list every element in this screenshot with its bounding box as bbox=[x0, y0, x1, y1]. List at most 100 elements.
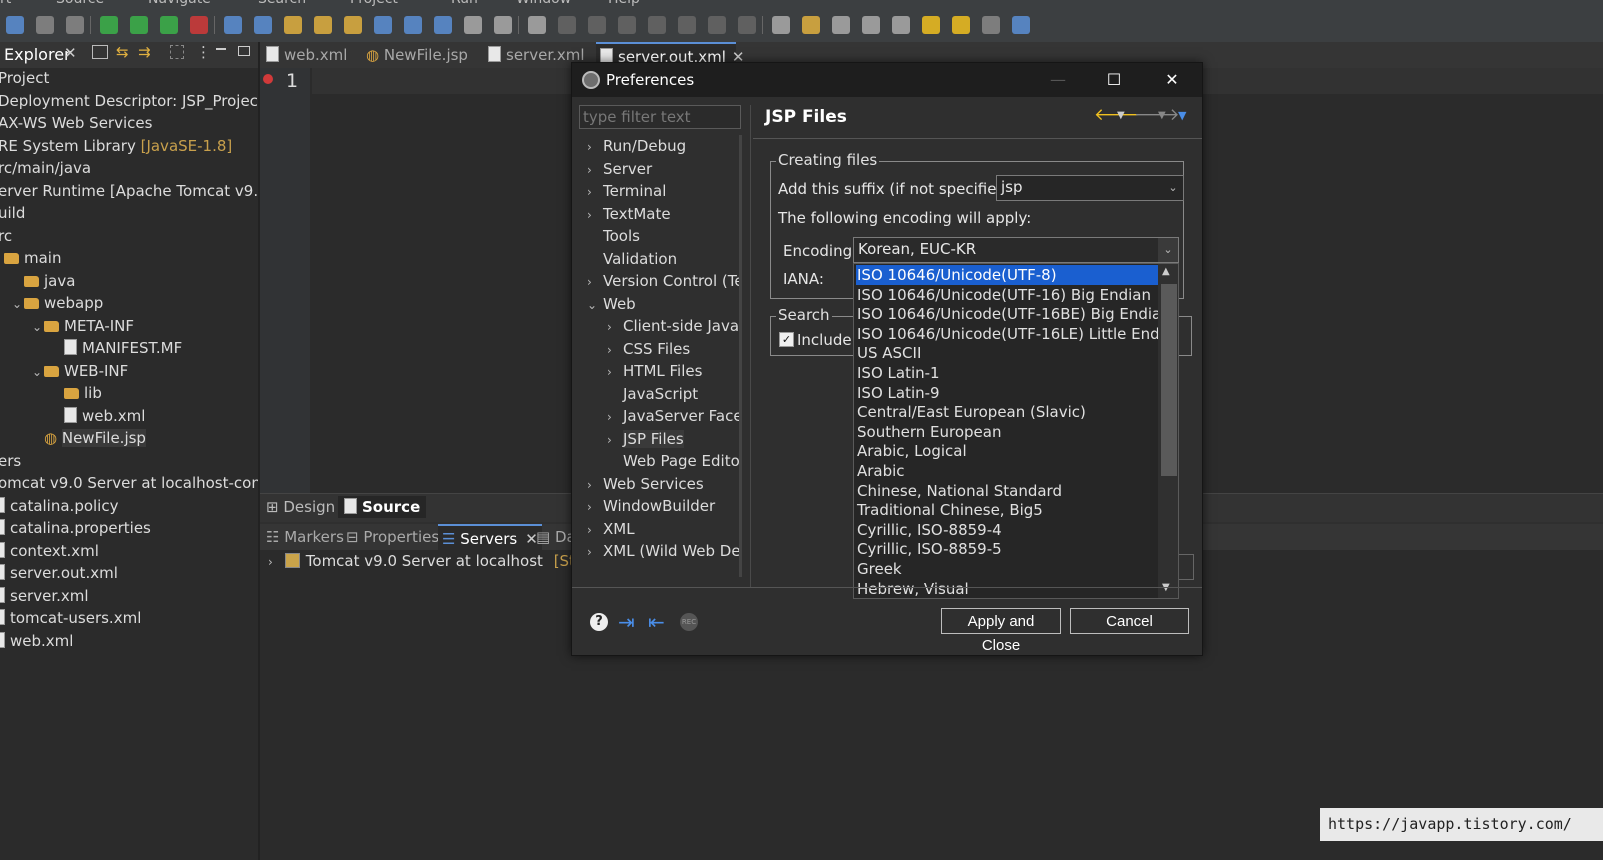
toggle-mark-icon[interactable] bbox=[772, 16, 790, 34]
chevron-right-icon[interactable]: › bbox=[587, 159, 603, 181]
menu-item[interactable]: Window bbox=[516, 0, 571, 7]
apply-and-close-button[interactable]: Apply and Close bbox=[941, 608, 1061, 654]
nav-item[interactable]: › Version Control (Tea bbox=[587, 270, 739, 292]
forward-arrow-icon[interactable] bbox=[982, 16, 1000, 34]
tree-item[interactable]: ⌄main bbox=[0, 247, 61, 269]
nav-item[interactable]: JavaScript bbox=[607, 383, 698, 405]
help-icon[interactable]: ? bbox=[590, 613, 608, 631]
tree-item[interactable]: rc/main/java bbox=[0, 157, 91, 179]
tree-item[interactable]: web.xml bbox=[52, 405, 145, 427]
search-icon[interactable] bbox=[344, 16, 362, 34]
maximize-button[interactable]: ☐ bbox=[1086, 63, 1142, 97]
scroll-thumb[interactable] bbox=[1161, 284, 1177, 476]
tab-source[interactable]: Source bbox=[338, 496, 427, 518]
chevron-right-icon[interactable]: › bbox=[268, 555, 280, 569]
tree-item[interactable]: ◍ NewFile.jsp bbox=[32, 427, 146, 449]
nav-item[interactable]: › Run/Debug bbox=[587, 135, 686, 157]
nav-item[interactable]: › Server bbox=[587, 158, 652, 180]
nav-item[interactable]: › CSS Files bbox=[607, 338, 690, 360]
encoding-option[interactable]: ISO Latin-1 bbox=[856, 363, 1159, 383]
chevron-down-icon[interactable]: ▼ bbox=[1117, 110, 1125, 121]
view-menu-icon[interactable]: ⋮ bbox=[196, 43, 211, 61]
chevron-right-icon[interactable]: › bbox=[587, 181, 603, 203]
encoding-option[interactable]: Central/East European (Slavic) bbox=[856, 402, 1159, 422]
encoding-option[interactable]: Greek bbox=[856, 559, 1159, 579]
filter-icon[interactable]: ⇉ bbox=[138, 43, 151, 61]
tab-newfile-jsp[interactable]: ◍ NewFile.jsp bbox=[366, 42, 478, 68]
debug-icon[interactable] bbox=[100, 16, 118, 34]
open-perspective-icon[interactable] bbox=[464, 16, 482, 34]
chevron-right-icon[interactable]: › bbox=[587, 136, 603, 158]
chevron-right-icon[interactable]: › bbox=[587, 204, 603, 226]
tree-item[interactable]: ⌄ WEB-INF bbox=[32, 360, 128, 382]
suffix-combo[interactable]: jsp ⌄ bbox=[996, 175, 1184, 201]
resume-icon[interactable] bbox=[558, 16, 576, 34]
chevron-right-icon[interactable]: › bbox=[587, 271, 603, 293]
menu-item[interactable]: rt bbox=[0, 0, 11, 7]
tree-item[interactable]: AX-WS Web Services bbox=[0, 112, 152, 134]
chevron-right-icon[interactable]: › bbox=[607, 429, 623, 451]
menu-item[interactable]: Search bbox=[258, 0, 306, 7]
nav-item[interactable]: › Client-side JavaS bbox=[607, 315, 739, 337]
close-icon[interactable]: ✕ bbox=[64, 44, 77, 62]
back-arrow-icon[interactable] bbox=[952, 16, 970, 34]
tree-item[interactable]: web.xml bbox=[0, 630, 73, 652]
annotation-icon[interactable] bbox=[434, 16, 452, 34]
chevron-right-icon[interactable]: › bbox=[607, 361, 623, 383]
chevron-down-icon[interactable]: ▼ bbox=[1158, 110, 1166, 121]
tab-properties[interactable]: ⊟ Properties bbox=[346, 528, 439, 546]
chevron-down-icon[interactable]: ⌄ bbox=[1158, 238, 1178, 262]
annotation-prev-icon[interactable] bbox=[892, 16, 910, 34]
nav-item[interactable]: › JSP Files bbox=[607, 428, 684, 450]
tree-item[interactable]: server.xml bbox=[0, 585, 89, 607]
view-menu-icon[interactable]: ▼ bbox=[1178, 109, 1186, 122]
open-task-icon[interactable] bbox=[314, 16, 332, 34]
encoding-option[interactable]: Cyrillic, ISO-8859-4 bbox=[856, 520, 1159, 540]
run-config-icon[interactable] bbox=[160, 16, 178, 34]
chevron-down-icon[interactable]: ⌄ bbox=[32, 316, 44, 338]
tree-item[interactable]: ⌄ META-INF bbox=[32, 315, 134, 337]
menu-item[interactable]: Project bbox=[350, 0, 398, 7]
save-all-icon[interactable] bbox=[66, 16, 84, 34]
forward-arrow-icon[interactable]: 🡒 bbox=[1134, 105, 1180, 125]
whitespace-icon[interactable] bbox=[832, 16, 850, 34]
tab-web-xml[interactable]: web.xml bbox=[266, 42, 356, 68]
menu-item[interactable]: Help bbox=[608, 0, 640, 7]
tab-design[interactable]: ⊞ Design bbox=[266, 498, 335, 516]
new-server-icon[interactable] bbox=[224, 16, 242, 34]
chevron-right-icon[interactable]: › bbox=[587, 474, 603, 496]
chevron-right-icon[interactable]: › bbox=[607, 316, 623, 338]
disconnect-icon[interactable] bbox=[648, 16, 666, 34]
close-button[interactable]: ✕ bbox=[1144, 63, 1200, 97]
nav-item[interactable]: Tools bbox=[587, 225, 640, 247]
link-editor-icon[interactable]: ⇆ bbox=[116, 43, 129, 61]
nav-item[interactable]: › TextMate bbox=[587, 203, 671, 225]
encoding-option[interactable]: ISO 10646/Unicode(UTF-16BE) Big Endian bbox=[856, 304, 1171, 324]
import-icon[interactable]: ⇥ bbox=[618, 610, 635, 634]
suspend-icon[interactable] bbox=[588, 16, 606, 34]
chevron-right-icon[interactable]: › bbox=[607, 339, 623, 361]
encoding-option[interactable]: Arabic bbox=[856, 461, 1159, 481]
encoding-option[interactable]: Southern European bbox=[856, 422, 1159, 442]
nav-item[interactable]: › JavaServer Faces bbox=[607, 405, 739, 427]
tree-item[interactable]: Project bbox=[0, 67, 49, 89]
sash-divider[interactable] bbox=[750, 105, 751, 587]
collapse-all-icon[interactable] bbox=[92, 45, 108, 59]
filter-input[interactable] bbox=[579, 105, 741, 129]
minimize-button[interactable]: — bbox=[1030, 63, 1086, 97]
nav-item[interactable]: › XML bbox=[587, 518, 635, 540]
dropdown-scrollbar[interactable]: ▲ ▼ bbox=[1158, 264, 1178, 598]
chevron-right-icon[interactable]: › bbox=[587, 541, 603, 563]
nav-item[interactable]: Web Page Editor bbox=[607, 450, 739, 472]
chevron-right-icon[interactable]: › bbox=[587, 519, 603, 541]
globe-icon[interactable] bbox=[374, 16, 392, 34]
last-edit-icon[interactable] bbox=[922, 16, 940, 34]
encoding-option[interactable]: ISO 10646/Unicode(UTF-8) bbox=[856, 265, 1159, 285]
step-return-icon[interactable] bbox=[738, 16, 756, 34]
chevron-right-icon[interactable]: › bbox=[587, 496, 603, 518]
scroll-up-icon[interactable]: ▲ bbox=[1162, 266, 1170, 277]
tree-item[interactable]: erver Runtime [Apache Tomcat v9.0] bbox=[0, 180, 258, 202]
encoding-dropdown-list[interactable]: ISO 10646/Unicode(UTF-8) ISO 10646/Unicod… bbox=[853, 263, 1179, 599]
skip-breakpoints-icon[interactable] bbox=[528, 16, 546, 34]
tab-data[interactable]: ▤ Da bbox=[536, 528, 576, 546]
